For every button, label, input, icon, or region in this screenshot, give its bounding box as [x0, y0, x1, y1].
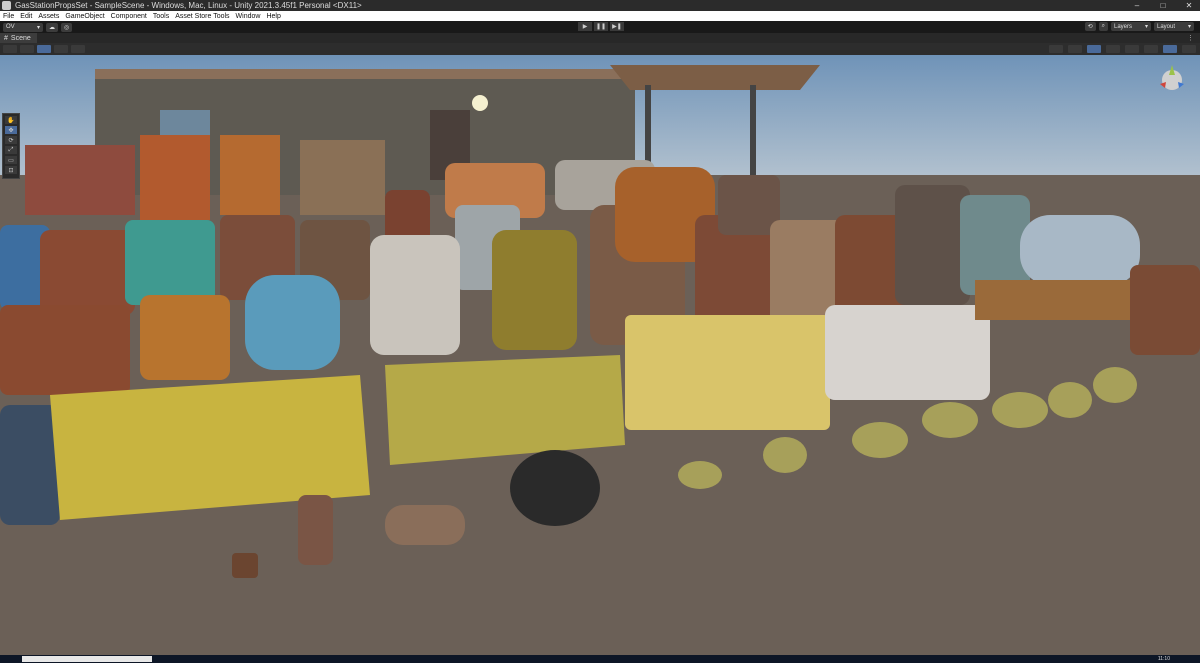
grid-toggle-button[interactable] — [54, 45, 68, 53]
gizmos-button[interactable] — [1163, 45, 1177, 53]
os-taskbar: 11:10 — [0, 655, 1200, 663]
history-icon[interactable]: ⟲ — [1084, 22, 1096, 31]
tool-palette: ✋ ✥ ⟳ ⤢ ▭ ⊡ — [2, 113, 20, 179]
scene-tab-bar: # Scene ⋮ — [0, 33, 1200, 43]
close-button[interactable]: ✕ — [1182, 1, 1196, 10]
draw-mode-button[interactable] — [3, 45, 17, 53]
transform-tool-icon[interactable]: ⊡ — [5, 166, 17, 174]
light-gizmo-icon — [472, 95, 488, 111]
move-tool-icon[interactable]: ✥ — [5, 126, 17, 134]
maximize-button[interactable]: □ — [1156, 1, 1170, 10]
collab-icon[interactable]: ◎ — [61, 22, 73, 32]
scene-render — [0, 55, 1200, 655]
account-label: OV — [6, 24, 15, 30]
menu-file[interactable]: File — [0, 13, 17, 20]
menu-gameobject[interactable]: GameObject — [62, 13, 107, 20]
search-icon[interactable]: ⌕ — [1098, 22, 1108, 31]
hidden-objects-button[interactable] — [1144, 45, 1158, 53]
taskbar-search-input[interactable] — [22, 656, 152, 662]
chevron-down-icon: ▾ — [1187, 24, 1191, 30]
chevron-down-icon: ▾ — [1144, 24, 1148, 30]
pause-button[interactable]: ❚❚ — [594, 22, 608, 31]
snap-settings-button[interactable] — [71, 45, 85, 53]
clock: 11:10 — [1157, 656, 1170, 662]
menu-component[interactable]: Component — [108, 13, 150, 20]
chevron-down-icon: ▾ — [36, 24, 40, 31]
effects-toggle-button[interactable] — [1125, 45, 1139, 53]
account-dropdown[interactable]: OV ▾ — [3, 22, 43, 32]
tab-scene-label: Scene — [10, 34, 31, 42]
rotate-tool-icon[interactable]: ⟳ — [5, 136, 17, 144]
tab-scene[interactable]: # Scene — [0, 33, 37, 43]
title-bar: GasStationPropsSet - SampleScene - Windo… — [0, 0, 1200, 11]
minimize-button[interactable]: – — [1130, 1, 1144, 10]
step-button[interactable]: ▶❚ — [610, 22, 624, 31]
hand-tool-icon[interactable]: ✋ — [5, 116, 17, 124]
unity-logo-icon — [2, 1, 11, 10]
layers-dropdown[interactable]: Layers ▾ — [1111, 22, 1151, 31]
menu-edit[interactable]: Edit — [17, 13, 35, 20]
lighting-toggle-button[interactable] — [1087, 45, 1101, 53]
2d-toggle-button[interactable] — [1068, 45, 1082, 53]
grid-snap-button[interactable] — [37, 45, 51, 53]
menu-assets[interactable]: Assets — [35, 13, 62, 20]
menu-window[interactable]: Window — [233, 13, 264, 20]
menu-bar: File Edit Assets GameObject Component To… — [0, 11, 1200, 21]
window-title: GasStationPropsSet - SampleScene - Windo… — [15, 1, 362, 10]
menu-asset-store-tools[interactable]: Asset Store Tools — [172, 13, 232, 20]
layers-label: Layers — [1114, 23, 1133, 30]
gas-pumps — [25, 135, 385, 220]
layout-label: Layout — [1157, 23, 1176, 30]
scale-tool-icon[interactable]: ⤢ — [5, 146, 17, 154]
menu-help[interactable]: Help — [263, 13, 283, 20]
scene-toolbar — [0, 43, 1200, 55]
play-button[interactable]: ▶ — [578, 22, 592, 31]
audio-toggle-button[interactable] — [1106, 45, 1120, 53]
camera-settings-button[interactable] — [1049, 45, 1063, 53]
grid-icon: # — [4, 34, 8, 42]
cloud-icon[interactable]: ☁ — [46, 22, 58, 32]
more-options-icon[interactable]: ⋮ — [1187, 34, 1194, 42]
scene-camera-button[interactable] — [1182, 45, 1196, 53]
scene-viewport[interactable]: ✋ ✥ ⟳ ⤢ ▭ ⊡ — [0, 55, 1200, 655]
render-mode-button[interactable] — [20, 45, 34, 53]
rect-tool-icon[interactable]: ▭ — [5, 156, 17, 164]
layout-dropdown[interactable]: Layout ▾ — [1154, 22, 1194, 31]
menu-tools[interactable]: Tools — [150, 13, 172, 20]
main-toolbar: OV ▾ ☁ ◎ ▶ ❚❚ ▶❚ ⟲ ⌕ Layers ▾ Layout ▾ — [0, 21, 1200, 33]
